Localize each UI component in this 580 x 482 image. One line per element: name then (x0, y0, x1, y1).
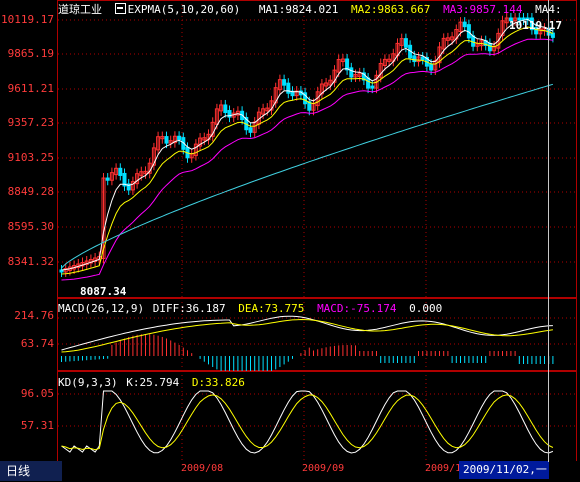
candle-body (366, 77, 371, 89)
y-tick: 9357.23 (7, 116, 54, 129)
indicator-name-text: EXPMA(5,10,20,60) (127, 3, 241, 16)
candle-body (118, 167, 123, 176)
low-price-label: 8087.34 (80, 285, 127, 298)
kd-y-tick: 96.05 (20, 387, 54, 400)
macd-pane[interactable]: MACD(26,12,9) DIFF:36.187 DEA:73.775 MAC… (0, 298, 580, 371)
indicator-name[interactable]: EXPMA(5,10,20,60) (114, 3, 247, 16)
ma1-line (61, 18, 554, 271)
candle-body (248, 127, 253, 133)
d-line (61, 394, 554, 451)
d-value: D:33.826 (191, 376, 245, 389)
macd-y-tick: 63.74 (20, 337, 54, 350)
candle-body (286, 82, 291, 94)
ma3-line (61, 38, 553, 281)
kd-y-tick: 57.31 (20, 419, 54, 432)
y-tick: 8849.28 (7, 185, 54, 198)
candle-body (164, 136, 169, 144)
diff-line (61, 315, 553, 351)
candle-body (487, 42, 492, 52)
daily-period-tab[interactable]: 日线 (0, 461, 62, 481)
k-value: K:25.794 (126, 376, 180, 389)
candle-body (462, 21, 467, 28)
y-tick: 8341.32 (7, 255, 54, 268)
cursor-date: 2009/11/02,一 (459, 461, 549, 479)
crosshair-vertical (548, 0, 549, 462)
index-title: 道琼工业 (58, 3, 102, 16)
candle-body (412, 55, 417, 63)
y-tick: 9611.21 (7, 82, 54, 95)
x-axis-label: 2009/09 (302, 463, 345, 474)
high-price-label: 10119.17 (509, 19, 562, 32)
zero-value: 0.000 (409, 302, 443, 315)
candle-body (105, 177, 110, 181)
ma1-value: MA1:9824.021 (258, 3, 339, 16)
dea-value: DEA:73.775 (238, 302, 305, 315)
kd-pane[interactable]: KD(9,3,3) K:25.794 D:33.826 96.05 57.31 (0, 371, 580, 462)
dea-line (61, 318, 553, 353)
macd-label: MACD(26,12,9) (58, 302, 145, 315)
y-tick: 10119.17 (1, 13, 54, 26)
ma2-value: MA2:9863.667 (350, 3, 431, 16)
kd-legend: KD(9,3,3) K:25.794 D:33.826 (58, 375, 251, 390)
price-chart[interactable] (0, 0, 580, 298)
candle-body (429, 63, 434, 71)
candle-body (550, 32, 555, 38)
k-line (61, 390, 554, 454)
toggle-icon[interactable] (114, 3, 126, 14)
y-tick: 9103.25 (7, 151, 54, 164)
candle-body (403, 38, 408, 48)
candle-body (471, 35, 476, 47)
candle-body (420, 56, 425, 60)
macd-y-tick: 214.76 (14, 309, 54, 322)
ma2-line (61, 26, 554, 275)
candle-body (177, 135, 182, 141)
price-pane[interactable]: 道琼工业 EXPMA(5,10,20,60) MA1:9824.021 MA2:… (0, 0, 580, 298)
macd-legend: MACD(26,12,9) DIFF:36.187 DEA:73.775 MAC… (58, 301, 448, 316)
candle-body (282, 79, 287, 86)
candle-body (349, 67, 354, 78)
x-axis-label: 2009/08 (181, 463, 224, 474)
price-legend: 道琼工业 EXPMA(5,10,20,60) MA1:9824.021 MA2:… (58, 2, 568, 17)
macd-value: MACD:-75.174 (317, 302, 397, 315)
kd-label: KD(9,3,3) (58, 376, 118, 389)
y-tick: 8595.30 (7, 220, 54, 233)
diff-value: DIFF:36.187 (152, 302, 226, 315)
candle-body (370, 85, 375, 89)
y-tick: 9865.19 (7, 47, 54, 60)
ma3-value: MA3:9857.144 (443, 3, 523, 16)
candle-body (223, 104, 228, 114)
